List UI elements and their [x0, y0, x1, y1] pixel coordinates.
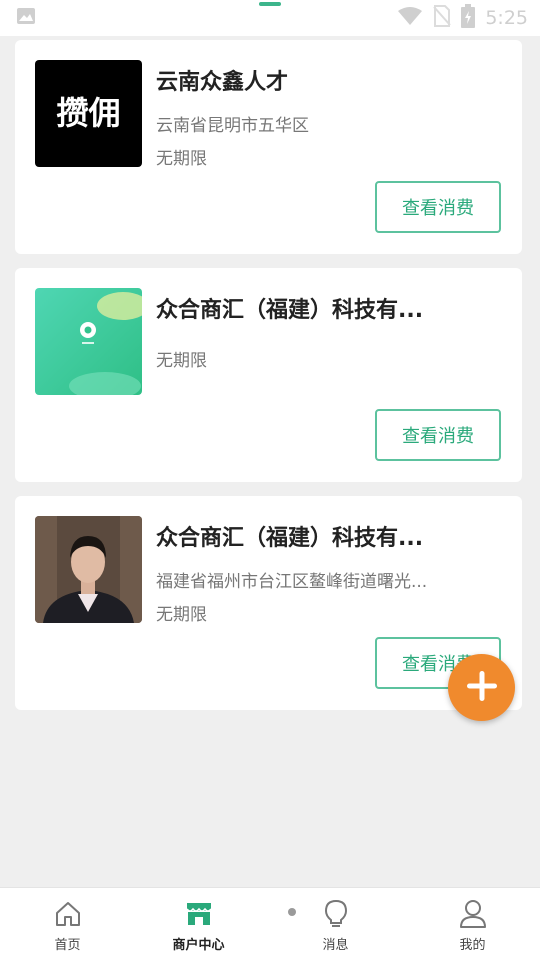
merchant-address: 云南省昆明市五华区 — [156, 116, 309, 136]
merchant-validity: 无期限 — [156, 149, 207, 169]
plus-icon — [465, 669, 499, 707]
store-icon — [184, 898, 214, 930]
merchant-card[interactable]: 众合商汇（福建）科技有... 福建省福州市台江区鳌峰街道曙光... 无期限 查看… — [15, 496, 522, 710]
merchant-card[interactable]: 攒佣 云南众鑫人才 云南省昆明市五华区 无期限 查看消费 — [15, 40, 522, 254]
nav-label: 商户中心 — [172, 938, 225, 953]
user-icon — [458, 898, 488, 930]
battery-icon — [461, 4, 476, 32]
merchant-name: 众合商汇（福建）科技有... — [156, 298, 424, 323]
merchant-card[interactable]: 众合商汇（福建）科技有... 无期限 查看消费 — [15, 268, 522, 482]
merchant-logo: 攒佣 — [35, 60, 142, 167]
wifi-icon — [397, 6, 423, 30]
scroll-indicator — [259, 2, 281, 6]
bottom-nav: 首页 商户中心 消息 我的 — [0, 887, 540, 960]
nav-item-mine[interactable]: 我的 — [405, 888, 540, 960]
lightbulb-icon — [321, 898, 351, 930]
home-icon — [53, 898, 83, 930]
nav-label: 我的 — [459, 938, 486, 953]
merchant-address: 福建省福州市台江区鳌峰街道曙光... — [156, 572, 428, 592]
status-time: 5:25 — [485, 7, 528, 29]
merchant-validity: 无期限 — [156, 351, 207, 371]
logo-text: 攒佣 — [56, 94, 120, 132]
no-sim-icon — [433, 5, 452, 31]
nav-label: 首页 — [54, 938, 81, 953]
merchant-name: 众合商汇（福建）科技有... — [156, 526, 424, 551]
image-notification-icon — [16, 7, 36, 29]
merchant-photo — [35, 516, 142, 623]
merchant-validity: 无期限 — [156, 605, 207, 625]
nav-item-merchant-center[interactable]: 商户中心 — [131, 888, 266, 960]
add-merchant-button[interactable] — [448, 654, 515, 721]
nav-label: 消息 — [322, 938, 349, 953]
merchant-name: 云南众鑫人才 — [156, 70, 289, 95]
merchant-logo — [35, 288, 142, 395]
view-consumption-button[interactable]: 查看消费 — [375, 181, 501, 233]
nav-item-home[interactable]: 首页 — [0, 888, 135, 960]
view-consumption-button[interactable]: 查看消费 — [375, 409, 501, 461]
nav-item-messages[interactable]: 消息 — [268, 888, 403, 960]
